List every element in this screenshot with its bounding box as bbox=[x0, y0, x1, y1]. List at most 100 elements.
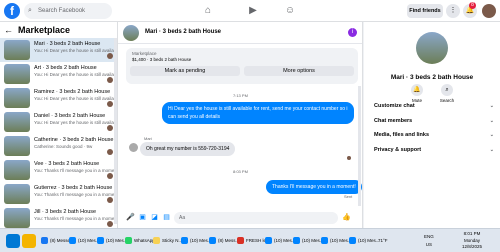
list-item-title: Vee · 3 beds 2 bath House bbox=[34, 161, 100, 167]
list-item-preview: You: Hi Dear yes the house is still avai… bbox=[34, 48, 117, 53]
list-item[interactable]: Mari · 3 beds 2 bath House You: Hi Dear y… bbox=[0, 38, 117, 62]
sender-name: Mari bbox=[144, 136, 152, 141]
list-item[interactable]: Art · 3 beds 2 bath House You: Hi Dear ye… bbox=[0, 62, 117, 86]
app-icon bbox=[321, 237, 328, 244]
taskbar-app-button[interactable]: WhatsApp bbox=[124, 233, 155, 249]
list-item[interactable]: Vee · 3 beds 2 bath House You: Thanks I'l… bbox=[0, 158, 117, 182]
list-item-preview: You: Thanks I'll message you in a moment… bbox=[34, 192, 118, 197]
video-icon[interactable]: ▶ bbox=[246, 4, 260, 18]
groups-icon[interactable]: ☺ bbox=[283, 4, 297, 18]
back-arrow-icon[interactable]: ← bbox=[4, 25, 13, 35]
chevron-down-icon: ⌄ bbox=[489, 132, 494, 138]
taskbar-app-button[interactable]: (10) Mes... bbox=[348, 233, 380, 249]
chat-avatar[interactable] bbox=[123, 25, 139, 41]
taskbar-app-button[interactable]: (10) Mes... bbox=[96, 233, 128, 249]
sidebar-scrollbar[interactable] bbox=[114, 38, 117, 224]
windows-taskbar: (8) Messe... (10) Mes... (10) Mes... WhatsA… bbox=[0, 228, 500, 252]
mark-as-pending-button[interactable]: Mark as pending bbox=[130, 66, 240, 76]
marketplace-title: Marketplace bbox=[18, 25, 71, 35]
list-item[interactable]: Ramirez · 3 beds 2 bath House You: Hi Dea… bbox=[0, 86, 117, 110]
listing-thumbnail bbox=[4, 136, 30, 156]
seen-avatar bbox=[107, 197, 113, 203]
listing-thumbnail bbox=[4, 64, 30, 84]
profile-avatar[interactable] bbox=[482, 4, 496, 18]
search-conversation-button[interactable]: ⌕ Search bbox=[432, 84, 462, 103]
chevron-down-icon: ⌄ bbox=[489, 118, 494, 124]
row-label: Media, files and links bbox=[374, 132, 430, 138]
seen-avatar bbox=[107, 101, 113, 107]
listing-avatar[interactable] bbox=[416, 32, 448, 64]
message-input[interactable]: Aa bbox=[174, 212, 338, 224]
list-item-preview: You: Hi Dear yes the house is still avai… bbox=[34, 120, 117, 125]
menu-grid-icon[interactable]: ⋮ bbox=[446, 4, 460, 18]
clock[interactable]: 8:01 PM Monday 12/8/2025 bbox=[462, 230, 482, 250]
clock-date: 12/8/2025 bbox=[462, 244, 483, 249]
image-icon[interactable]: ▣ bbox=[138, 213, 147, 222]
list-item-title: Jill · 3 beds 2 bath House bbox=[34, 209, 97, 215]
list-item[interactable]: Catherine · 3 beds 2 bath House Catherine… bbox=[0, 134, 117, 158]
file-explorer-icon[interactable] bbox=[22, 234, 36, 248]
customize-chat-row[interactable]: Customize chat ⌄ bbox=[374, 103, 494, 109]
listing-price: $1,400 · 3 beds 2 bath House bbox=[132, 57, 192, 62]
taskbar-app-button[interactable]: (10) Mes... bbox=[68, 233, 100, 249]
seen-avatar bbox=[107, 221, 113, 227]
row-label: Privacy & support bbox=[374, 147, 422, 153]
gif-icon[interactable]: ▤ bbox=[162, 213, 171, 222]
outgoing-message[interactable]: Hi Dear yes the house is still available… bbox=[162, 102, 354, 124]
taskbar-app-button[interactable]: (8) Mess... bbox=[208, 233, 239, 249]
more-options-button[interactable]: More options bbox=[244, 66, 354, 76]
list-item-title: Catherine · 3 beds 2 bath House bbox=[34, 137, 114, 143]
info-icon[interactable]: i bbox=[348, 28, 357, 37]
chevron-down-icon: ⌄ bbox=[489, 147, 494, 153]
list-item-preview: Catherine: Sounds good · 9w bbox=[34, 144, 93, 149]
listing-thumbnail bbox=[4, 208, 30, 228]
chat-scrollbar[interactable] bbox=[358, 86, 361, 206]
sticker-icon[interactable]: ◪ bbox=[150, 213, 159, 222]
region-label: US bbox=[425, 242, 433, 247]
mute-button[interactable]: 🔔 Mute bbox=[402, 84, 432, 103]
search-placeholder: Search Facebook bbox=[38, 8, 86, 14]
listing-card: Marketplace $1,400 · 3 beds 2 bath House… bbox=[126, 48, 358, 84]
list-item-preview: You: Hi Dear yes the house is still avai… bbox=[34, 72, 117, 77]
start-icon[interactable] bbox=[6, 234, 20, 248]
weather-temperature[interactable]: 71°F bbox=[378, 237, 388, 245]
facebook-logo[interactable]: f bbox=[4, 3, 20, 19]
taskbar-app-button[interactable]: (10) Mes... bbox=[264, 233, 296, 249]
chat-header: Mari · 3 beds 2 bath House i bbox=[118, 22, 362, 44]
taskbar-app-label: (10) Mes... bbox=[358, 238, 380, 243]
row-label: Chat members bbox=[374, 118, 413, 124]
message-timestamp: 7:13 PM bbox=[233, 93, 248, 98]
seen-avatar bbox=[107, 53, 113, 59]
list-item[interactable]: Gutierrez · 3 beds 2 bath House You: Than… bbox=[0, 182, 117, 206]
chat-title[interactable]: Mari · 3 beds 2 bath House bbox=[145, 29, 221, 35]
chat-members-row[interactable]: Chat members ⌄ bbox=[374, 118, 494, 124]
app-icon bbox=[97, 237, 104, 244]
chat-details-panel: Mari · 3 beds 2 bath House 🔔 Mute ⌕ Sear… bbox=[364, 22, 500, 228]
listing-thumbnail bbox=[4, 40, 30, 60]
outgoing-message[interactable]: Thanks I'll message you in a moment! bbox=[266, 180, 362, 194]
taskbar-app-button[interactable]: (10) Mes... bbox=[292, 233, 324, 249]
top-navigation-bar: f ⌕ Search Facebook ⌂ ▶ ☺ Find friends ⋮… bbox=[0, 0, 500, 22]
microphone-icon[interactable]: 🎤 bbox=[126, 213, 135, 222]
listing-thumbnail bbox=[4, 160, 30, 180]
taskbar-app-button[interactable]: (10) Mes... bbox=[180, 233, 212, 249]
chevron-down-icon: ⌄ bbox=[489, 103, 494, 109]
find-friends-button[interactable]: Find friends bbox=[407, 4, 443, 18]
home-icon[interactable]: ⌂ bbox=[201, 4, 215, 18]
taskbar-app-button[interactable]: Sticky N... bbox=[152, 233, 182, 249]
like-icon[interactable]: 👍 bbox=[342, 213, 351, 222]
list-item-title: Gutierrez · 3 beds 2 bath House bbox=[34, 185, 113, 191]
search-input[interactable]: ⌕ Search Facebook bbox=[24, 3, 112, 19]
sender-avatar[interactable] bbox=[129, 143, 138, 152]
search-icon: ⌕ bbox=[28, 7, 32, 14]
list-item[interactable]: Daniel · 3 beds 2 bath House You: Hi Dear… bbox=[0, 110, 117, 134]
privacy-support-row[interactable]: Privacy & support ⌄ bbox=[374, 147, 494, 153]
taskbar-app-button[interactable]: (10) Mes... bbox=[320, 233, 352, 249]
media-files-row[interactable]: Media, files and links ⌄ bbox=[374, 132, 494, 138]
list-item[interactable]: Jill · 3 beds 2 bath House You: Thanks I'… bbox=[0, 206, 117, 228]
language-indicator[interactable]: ENG US bbox=[424, 233, 434, 249]
app-icon bbox=[153, 237, 160, 244]
details-name: Mari · 3 beds 2 bath House bbox=[390, 74, 474, 81]
list-item-preview: You: Thanks I'll message you in a moment… bbox=[34, 216, 118, 221]
incoming-message[interactable]: Oh great my number is 559-720-3194 bbox=[140, 142, 236, 156]
